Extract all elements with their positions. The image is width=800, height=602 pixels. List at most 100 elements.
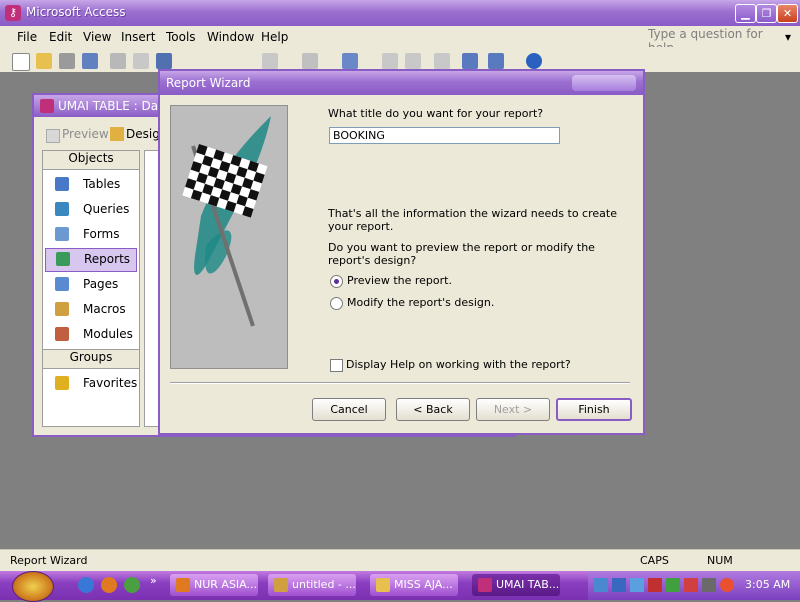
print-preview-icon[interactable] bbox=[133, 53, 149, 69]
security-icon[interactable] bbox=[648, 578, 662, 592]
object-label: Pages bbox=[83, 277, 119, 291]
menu-file[interactable]: File bbox=[17, 30, 37, 44]
spelling-icon[interactable] bbox=[156, 53, 172, 69]
database-window-title: UMAI TABLE : Dat bbox=[58, 99, 163, 113]
sync-icon[interactable] bbox=[630, 578, 644, 592]
object-label: Reports bbox=[84, 252, 131, 266]
maximize-button[interactable]: ❐ bbox=[756, 4, 777, 23]
access-app-icon[interactable]: ⚷ bbox=[5, 5, 21, 21]
task-label: UMAI TAB... bbox=[496, 578, 560, 591]
task-label: NUR ASIA... bbox=[194, 578, 257, 591]
help-checkbox-label[interactable]: Display Help on working with the report? bbox=[346, 358, 571, 371]
preview-button[interactable]: Preview bbox=[62, 127, 109, 141]
properties-icon[interactable] bbox=[434, 53, 450, 69]
object-label: Forms bbox=[83, 227, 120, 241]
cancel-button[interactable]: Cancel bbox=[312, 398, 386, 421]
back-button[interactable]: < Back bbox=[396, 398, 470, 421]
menu-tools[interactable]: Tools bbox=[166, 30, 196, 44]
menu-help[interactable]: Help bbox=[261, 30, 288, 44]
status-text: Report Wizard bbox=[10, 554, 88, 567]
task-miss-aja[interactable]: MISS AJA... bbox=[370, 574, 458, 596]
modify-option-label[interactable]: Modify the report's design. bbox=[347, 296, 494, 309]
office-links-icon[interactable] bbox=[302, 53, 318, 69]
task-untitled[interactable]: untitled - ... bbox=[268, 574, 356, 596]
app-tray-icon[interactable] bbox=[720, 578, 734, 592]
groups-header[interactable]: Groups bbox=[43, 349, 139, 369]
task-umai-table[interactable]: UMAI TAB... bbox=[472, 574, 560, 596]
object-tables[interactable]: Tables bbox=[45, 174, 135, 196]
relationships-icon[interactable] bbox=[405, 53, 421, 69]
chrome-icon[interactable] bbox=[124, 577, 140, 593]
minimize-button[interactable]: ▁ bbox=[735, 4, 756, 23]
undo-icon[interactable] bbox=[262, 53, 278, 69]
close-button[interactable]: ✕ bbox=[777, 4, 798, 23]
object-pages[interactable]: Pages bbox=[45, 274, 135, 296]
display-icon[interactable] bbox=[612, 578, 626, 592]
volume-icon[interactable] bbox=[702, 578, 716, 592]
folder-icon bbox=[376, 578, 390, 592]
task-nur-asia[interactable]: NUR ASIA... bbox=[170, 574, 258, 596]
object-queries[interactable]: Queries bbox=[45, 199, 135, 221]
analyze-icon[interactable] bbox=[342, 53, 358, 69]
paint-icon bbox=[274, 578, 288, 592]
menu-edit[interactable]: Edit bbox=[49, 30, 72, 44]
favorites-icon bbox=[55, 376, 69, 390]
caps-indicator: CAPS bbox=[640, 554, 669, 567]
report-title-input[interactable]: BOOKING bbox=[329, 127, 560, 144]
objects-header[interactable]: Objects bbox=[43, 151, 139, 170]
finish-button[interactable]: Finish bbox=[556, 398, 632, 421]
database-icon bbox=[40, 99, 54, 113]
group-label: Favorites bbox=[83, 376, 138, 390]
object-label: Tables bbox=[83, 177, 121, 191]
firefox-icon[interactable] bbox=[101, 577, 117, 593]
ask-question-input[interactable]: Type a question for help bbox=[648, 27, 788, 55]
open-icon[interactable] bbox=[36, 53, 52, 69]
object-modules[interactable]: Modules bbox=[45, 324, 135, 346]
code-icon[interactable] bbox=[382, 53, 398, 69]
network-icon[interactable] bbox=[594, 578, 608, 592]
wizard-title: Report Wizard bbox=[166, 76, 251, 90]
chrome-icon bbox=[176, 578, 190, 592]
preview-icon bbox=[46, 129, 60, 143]
next-button[interactable]: Next > bbox=[476, 398, 550, 421]
access-icon bbox=[478, 578, 492, 592]
clock[interactable]: 3:05 AM bbox=[745, 578, 790, 591]
alert-icon[interactable] bbox=[684, 578, 698, 592]
object-label: Modules bbox=[83, 327, 133, 341]
object-reports[interactable]: Reports bbox=[45, 248, 137, 272]
menu-view[interactable]: View bbox=[83, 30, 111, 44]
object-label: Queries bbox=[83, 202, 130, 216]
design-icon bbox=[110, 127, 124, 141]
preview-radio[interactable] bbox=[330, 275, 343, 288]
status-bar bbox=[0, 549, 800, 572]
search-icon[interactable] bbox=[82, 53, 98, 69]
task-label: MISS AJA... bbox=[394, 578, 453, 591]
report-icon bbox=[56, 252, 70, 266]
ie-icon[interactable] bbox=[78, 577, 94, 593]
object-macros[interactable]: Macros bbox=[45, 299, 135, 321]
macro-icon bbox=[55, 302, 69, 316]
object-forms[interactable]: Forms bbox=[45, 224, 135, 246]
module-icon bbox=[55, 327, 69, 341]
group-favorites[interactable]: Favorites bbox=[45, 373, 138, 395]
quicklaunch-more-icon[interactable]: » bbox=[150, 574, 157, 587]
modify-radio[interactable] bbox=[330, 297, 343, 310]
help-checkbox[interactable] bbox=[330, 359, 343, 372]
num-indicator: NUM bbox=[707, 554, 733, 567]
print-icon[interactable] bbox=[110, 53, 126, 69]
update-icon[interactable] bbox=[666, 578, 680, 592]
query-icon bbox=[55, 202, 69, 216]
menu-insert[interactable]: Insert bbox=[121, 30, 155, 44]
help-icon[interactable] bbox=[526, 53, 542, 69]
new-object-icon[interactable] bbox=[488, 53, 504, 69]
start-button[interactable] bbox=[12, 571, 54, 602]
ask-dropdown-icon[interactable]: ▾ bbox=[785, 30, 791, 44]
new-icon[interactable] bbox=[12, 53, 30, 71]
database-window-icon[interactable] bbox=[462, 53, 478, 69]
question-text: Do you want to preview the report or mod… bbox=[328, 241, 595, 267]
table-icon bbox=[55, 177, 69, 191]
task-label: untitled - ... bbox=[292, 578, 356, 591]
menu-window[interactable]: Window bbox=[207, 30, 254, 44]
save-icon[interactable] bbox=[59, 53, 75, 69]
preview-option-label[interactable]: Preview the report. bbox=[347, 274, 452, 287]
